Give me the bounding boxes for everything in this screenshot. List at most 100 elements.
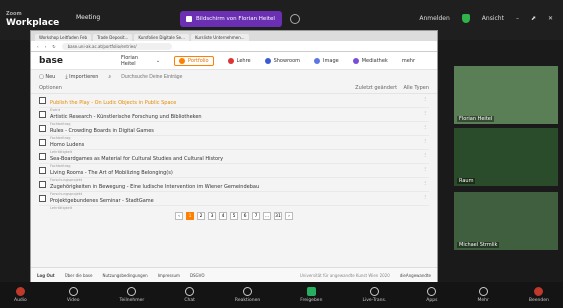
maximize-icon[interactable]: ⬈ xyxy=(531,15,536,22)
top-right-controls: Anmelden Ansicht – ⬈ ✕ xyxy=(419,14,553,23)
row-menu-icon[interactable]: ⋮ xyxy=(423,180,427,185)
page-button[interactable]: 6 xyxy=(241,212,249,220)
new-entry-button[interactable]: ▢ Neu xyxy=(39,74,55,80)
browser-tab[interactable]: Trade Deposit... xyxy=(93,34,133,41)
nav-image[interactable]: Image xyxy=(314,57,339,64)
document-icon xyxy=(39,153,46,160)
pagination: ‹ 1 2 3 4 5 6 7 ... 31 › xyxy=(31,210,437,222)
nav-more[interactable]: mehr xyxy=(402,58,415,64)
browser-tab[interactable]: Workshop Leitfaden Feb xyxy=(35,34,92,41)
screen-share-indicator[interactable]: Bildschirm von Florian Heitel xyxy=(180,11,282,27)
search-input[interactable] xyxy=(121,73,222,80)
participant-video[interactable]: Florian Heitel xyxy=(454,66,558,124)
microphone-icon xyxy=(15,287,25,296)
meeting-title[interactable]: Meeting xyxy=(76,14,100,21)
row-menu-icon[interactable]: ⋮ xyxy=(423,138,427,143)
sort-select[interactable]: Zuletzt geändert xyxy=(355,85,397,91)
participants-button[interactable]: Teilnehmer xyxy=(120,287,144,303)
import-button[interactable]: ⤓ Importieren xyxy=(65,74,98,80)
row-menu-icon[interactable]: ⋮ xyxy=(423,152,427,157)
end-icon xyxy=(534,287,544,296)
more-button[interactable]: Mehr xyxy=(478,287,489,303)
row-menu-icon[interactable]: ⋮ xyxy=(423,194,427,199)
shield-icon xyxy=(461,14,470,23)
document-icon xyxy=(39,139,46,146)
list-item[interactable]: Projektgebundenes Seminar - StadtGame Leh… xyxy=(39,192,429,210)
page-button[interactable]: 31 xyxy=(274,212,282,220)
footer-copyright: Universität für angewandte Kunst Wien 20… xyxy=(299,273,390,278)
actions-bar: ▢ Neu ⤓ Importieren ⌕ xyxy=(31,70,437,83)
page-button[interactable]: 5 xyxy=(230,212,238,220)
logout-link[interactable]: Log Out xyxy=(37,273,55,278)
prev-page-icon[interactable]: ‹ xyxy=(175,212,183,220)
participant-video[interactable]: Raum xyxy=(454,128,558,186)
document-icon xyxy=(39,167,46,174)
view-toggle[interactable]: Ansicht xyxy=(482,15,504,22)
page-button[interactable]: 4 xyxy=(219,212,227,220)
app-brand: Zoom Workplace xyxy=(6,11,60,28)
base-logo[interactable]: base xyxy=(39,56,63,66)
page-button[interactable]: 3 xyxy=(208,212,216,220)
row-menu-icon[interactable]: ⋮ xyxy=(423,166,427,171)
browser-tab[interactable]: Kursliste Unternehmen... xyxy=(190,34,249,41)
participant-name: Michael Strmlik xyxy=(457,242,500,248)
site-footer: Log Out Über die base Nutzungsbedingunge… xyxy=(31,267,437,283)
minimize-icon[interactable]: – xyxy=(516,15,519,22)
browser-tab[interactable]: Kursfolien Digitale Se... xyxy=(134,34,189,41)
page-button[interactable]: 7 xyxy=(252,212,260,220)
footer-link[interactable]: Impressum xyxy=(158,273,180,278)
back-icon[interactable]: ‹ xyxy=(37,44,39,49)
share-options-icon[interactable] xyxy=(290,14,300,24)
showroom-icon xyxy=(264,57,271,64)
sign-in-link[interactable]: Anmelden xyxy=(419,15,449,22)
reactions-button[interactable]: Reaktionen xyxy=(235,287,260,303)
browser-tabs: Workshop Leitfaden Feb Trade Deposit... … xyxy=(31,31,437,41)
nav-portfolio[interactable]: Portfolio xyxy=(174,55,214,66)
participant-video[interactable]: Michael Strmlik xyxy=(454,192,558,250)
more-icon xyxy=(478,287,488,296)
transcript-icon xyxy=(369,287,379,296)
type-filter[interactable]: Alle Typen xyxy=(403,85,429,91)
footer-link[interactable]: DSGVO xyxy=(190,273,205,278)
document-icon xyxy=(39,111,46,118)
nav-showroom[interactable]: Showroom xyxy=(264,57,300,64)
row-menu-icon[interactable]: ⋮ xyxy=(423,110,427,115)
chevron-down-icon: ⌄ xyxy=(155,57,161,64)
document-icon xyxy=(39,97,46,104)
heart-icon xyxy=(243,287,253,296)
document-icon xyxy=(39,181,46,188)
list-item[interactable]: Rules - Crowding Boards in Digital Games… xyxy=(39,122,429,140)
lehre-icon xyxy=(227,57,234,64)
chat-button[interactable]: Chat xyxy=(184,287,195,303)
page-button[interactable]: 1 xyxy=(186,212,194,220)
nav-lehre[interactable]: Lehre xyxy=(227,57,251,64)
participants-icon xyxy=(127,287,137,296)
entries-list: Publish the Play - On Ludic Objects in P… xyxy=(31,94,437,210)
url-field[interactable]: base.uni-ak.ac.at/portfolio/entries/ xyxy=(61,42,172,50)
participant-name: Raum xyxy=(457,178,476,184)
apps-button[interactable]: Apps xyxy=(426,287,437,303)
document-icon xyxy=(39,125,46,132)
row-menu-icon[interactable]: ⋮ xyxy=(423,124,427,129)
page-ellipsis: ... xyxy=(263,212,271,220)
row-menu-icon[interactable]: ⋮ xyxy=(423,96,427,101)
base-toolbar: base Florian Heitel ⌄ Portfolio Lehre Sho… xyxy=(31,52,437,70)
footer-link[interactable]: Nutzungsbedingungen xyxy=(102,273,147,278)
video-button[interactable]: Video xyxy=(67,287,79,303)
close-icon[interactable]: ✕ xyxy=(548,15,553,22)
nav-mediathek[interactable]: Mediathek xyxy=(352,57,388,64)
reload-icon[interactable]: ↻ xyxy=(52,44,55,49)
share-button[interactable]: Freigeben xyxy=(300,287,322,303)
live-transcript-button[interactable]: Live-Trans. xyxy=(363,287,386,303)
chat-icon xyxy=(185,287,195,296)
end-meeting-button[interactable]: Beenden xyxy=(529,287,549,303)
mediathek-icon xyxy=(352,57,359,64)
meeting-controls: Audio Video Teilnehmer Chat Reaktionen F… xyxy=(0,282,563,308)
page-button[interactable]: 2 xyxy=(197,212,205,220)
next-page-icon[interactable]: › xyxy=(285,212,293,220)
forward-icon[interactable]: › xyxy=(45,44,47,49)
footer-link[interactable]: Über die base xyxy=(65,273,93,278)
search-icon: ⌕ xyxy=(108,73,112,80)
user-menu[interactable]: Florian Heitel ⌄ xyxy=(121,55,160,67)
audio-button[interactable]: Audio xyxy=(14,287,27,303)
